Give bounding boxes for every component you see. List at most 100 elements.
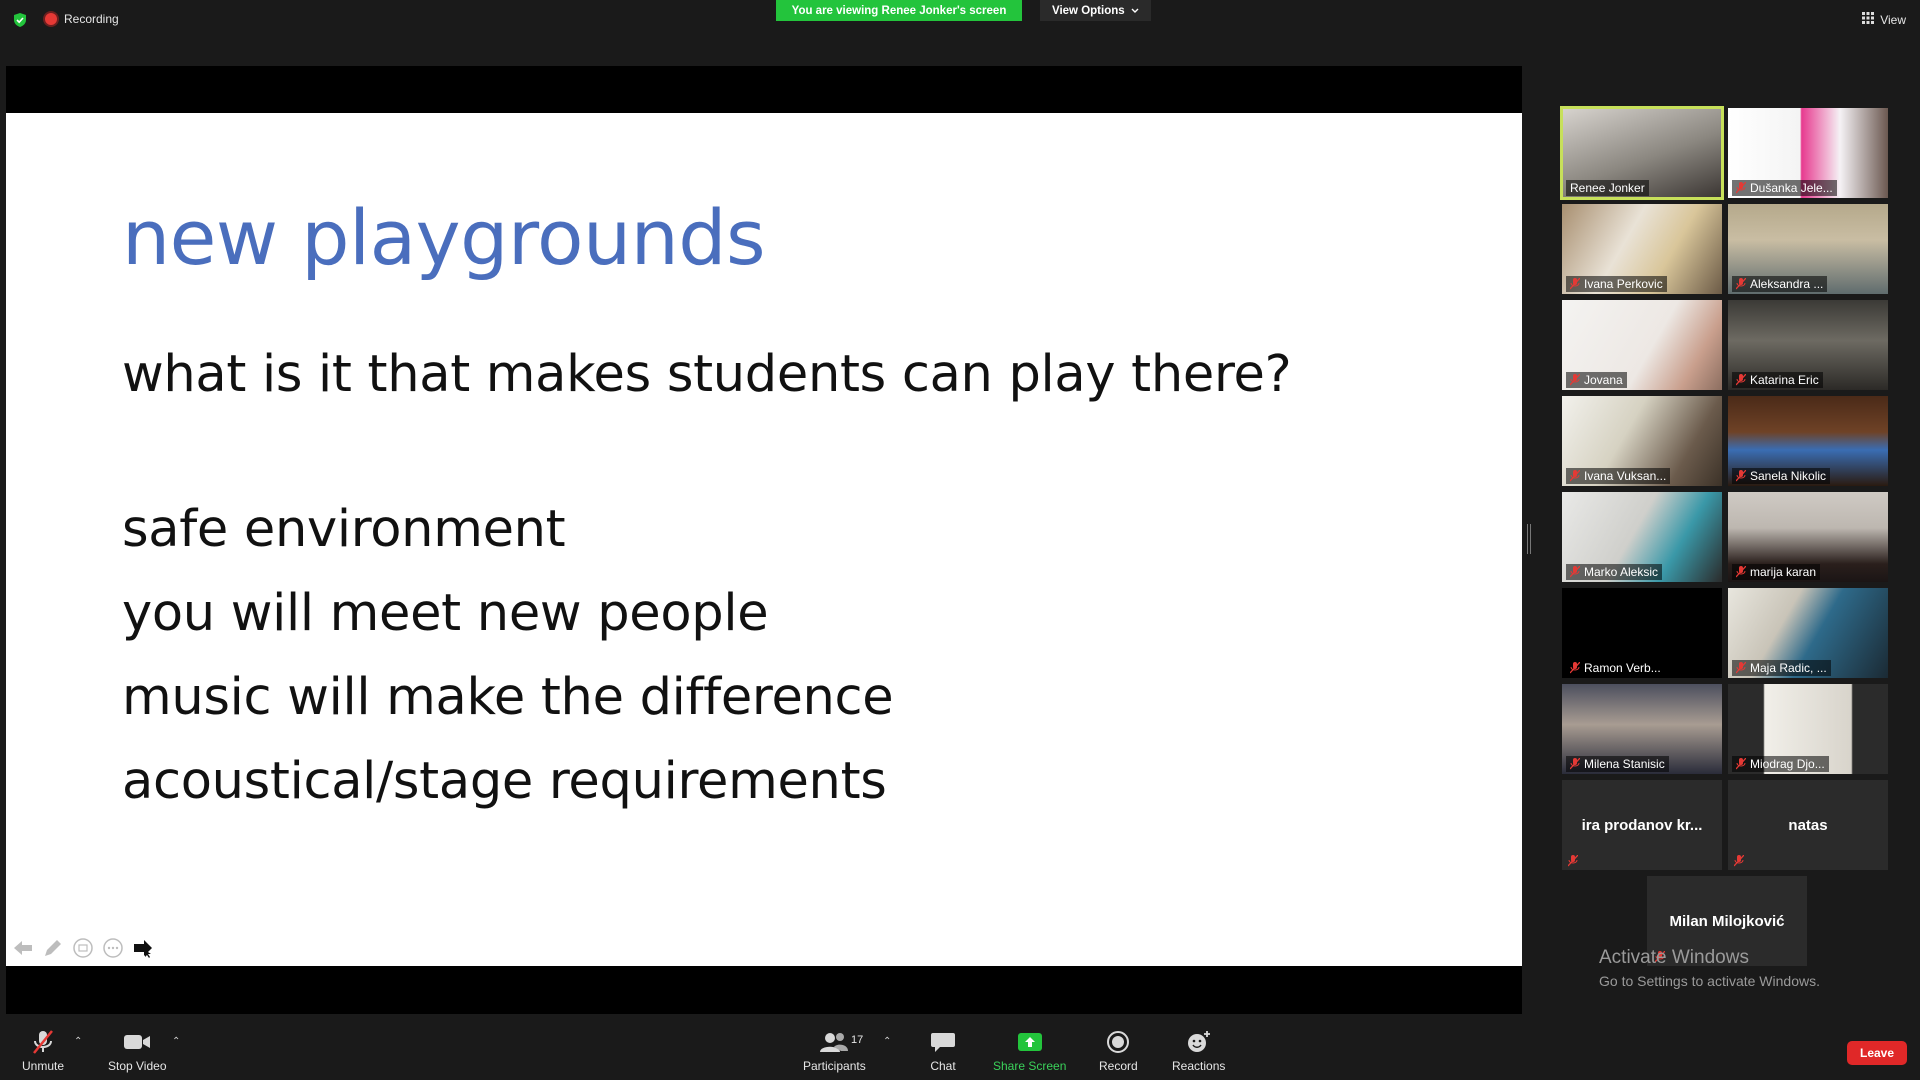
recording-label: Recording bbox=[64, 12, 119, 26]
mic-muted-icon bbox=[1735, 373, 1747, 386]
video-options-chevron-icon[interactable]: ⌃ bbox=[172, 1036, 180, 1047]
participant-name-tag: Jovana bbox=[1566, 372, 1627, 388]
video-tile[interactable]: natas bbox=[1728, 780, 1888, 870]
participants-label: Participants bbox=[803, 1059, 866, 1073]
video-tile[interactable]: marija karan bbox=[1728, 492, 1888, 582]
mic-muted-icon bbox=[1735, 565, 1747, 578]
video-tile[interactable]: Dušanka Jele... bbox=[1728, 108, 1888, 198]
mic-muted-icon bbox=[1567, 854, 1579, 867]
mic-muted-icon bbox=[1569, 565, 1581, 578]
mic-muted-icon bbox=[1735, 661, 1747, 674]
video-tile[interactable]: Miodrag Djo... bbox=[1728, 684, 1888, 774]
leave-button[interactable]: Leave bbox=[1847, 1041, 1907, 1065]
video-tile[interactable]: Jovana bbox=[1562, 300, 1722, 390]
participant-name-tag: Ivana Vuksan... bbox=[1566, 468, 1671, 484]
slide-bullet-list: safe environment you will meet new peopl… bbox=[122, 488, 894, 824]
participant-name: marija karan bbox=[1750, 565, 1817, 579]
more-options-icon[interactable] bbox=[102, 937, 124, 959]
participants-options-chevron-icon[interactable]: ⌃ bbox=[883, 1036, 891, 1047]
video-tile[interactable]: Marko Aleksic bbox=[1562, 492, 1722, 582]
presentation-slide: new playgrounds what is it that makes st… bbox=[6, 113, 1522, 966]
participant-name: Ivana Perkovic bbox=[1584, 277, 1663, 291]
reactions-label: Reactions bbox=[1172, 1059, 1226, 1073]
view-options-label: View Options bbox=[1052, 4, 1125, 17]
shield-icon[interactable] bbox=[12, 12, 28, 28]
participant-name: Milena Stanisic bbox=[1584, 757, 1665, 771]
participant-name-tag: Aleksandra ... bbox=[1732, 276, 1828, 292]
grid-icon bbox=[1862, 12, 1875, 27]
slide-bullet: you will meet new people bbox=[122, 584, 769, 643]
record-icon bbox=[1102, 1028, 1134, 1056]
mic-muted-icon bbox=[1735, 181, 1747, 194]
participant-name: Renee Jonker bbox=[1570, 181, 1645, 195]
stop-video-button[interactable]: Stop Video bbox=[108, 1028, 167, 1073]
view-button[interactable]: View bbox=[1862, 12, 1906, 27]
video-tile[interactable]: Milena Stanisic bbox=[1562, 684, 1722, 774]
record-label: Record bbox=[1099, 1059, 1138, 1073]
video-tile[interactable]: Sanela Nikolic bbox=[1728, 396, 1888, 486]
zoom-meeting-window: Recording You are viewing Renee Jonker's… bbox=[0, 0, 1920, 1080]
video-tile[interactable]: Ivana Vuksan... bbox=[1562, 396, 1722, 486]
audio-options-chevron-icon[interactable]: ⌃ bbox=[74, 1036, 82, 1047]
slide-question: what is it that makes students can play … bbox=[122, 345, 1292, 404]
share-screen-icon bbox=[1014, 1028, 1046, 1056]
participant-name-tag: Maja Radic, ... bbox=[1732, 660, 1831, 676]
video-tile[interactable]: Ramon Verb... bbox=[1562, 588, 1722, 678]
participant-name-tag: Milena Stanisic bbox=[1566, 756, 1669, 772]
participant-name-tag: Dušanka Jele... bbox=[1732, 180, 1837, 196]
viewing-screen-banner: You are viewing Renee Jonker's screen bbox=[776, 0, 1022, 21]
video-tile[interactable]: Ivana Perkovic bbox=[1562, 204, 1722, 294]
recording-indicator[interactable]: Recording bbox=[45, 12, 119, 26]
chat-label: Chat bbox=[930, 1059, 956, 1073]
mic-muted-icon bbox=[1735, 277, 1747, 290]
resize-handle[interactable] bbox=[1527, 524, 1531, 554]
share-screen-button[interactable]: Share Screen bbox=[993, 1028, 1066, 1073]
share-screen-label: Share Screen bbox=[993, 1059, 1067, 1073]
participant-name-tag: Ramon Verb... bbox=[1566, 660, 1665, 676]
video-tile[interactable]: Renee Jonker bbox=[1560, 106, 1724, 200]
participant-name-tag: Renee Jonker bbox=[1566, 180, 1649, 196]
chat-button[interactable]: Chat bbox=[927, 1028, 959, 1073]
chat-bubble-icon bbox=[927, 1028, 959, 1056]
watermark-title: Activate Windows bbox=[1599, 947, 1749, 968]
previous-slide-icon[interactable] bbox=[12, 937, 34, 959]
participant-name: Sanela Nikolic bbox=[1750, 469, 1827, 483]
participant-name: Ivana Vuksan... bbox=[1584, 469, 1667, 483]
participant-name-tag: Sanela Nikolic bbox=[1732, 468, 1831, 484]
participant-name: Miodrag Djo... bbox=[1750, 757, 1825, 771]
activate-windows-watermark: Activate Windows Go to Settings to activ… bbox=[1599, 947, 1820, 989]
mic-muted-icon bbox=[1735, 469, 1747, 482]
shared-screen[interactable]: new playgrounds what is it that makes st… bbox=[6, 66, 1522, 1014]
participant-name: natas bbox=[1788, 816, 1828, 834]
chevron-down-icon bbox=[1131, 5, 1139, 17]
mic-muted-icon bbox=[1569, 757, 1581, 770]
participant-name: Jovana bbox=[1584, 373, 1623, 387]
video-tile[interactable]: ira prodanov kr... bbox=[1562, 780, 1722, 870]
mic-muted-icon bbox=[1735, 757, 1747, 770]
reactions-button[interactable]: Reactions bbox=[1172, 1028, 1225, 1073]
pen-icon[interactable] bbox=[42, 937, 64, 959]
participant-name-tag: Ivana Perkovic bbox=[1566, 276, 1667, 292]
slide-bullet: acoustical/stage requirements bbox=[122, 752, 887, 811]
participants-icon bbox=[818, 1028, 850, 1056]
video-tile[interactable]: Maja Radic, ... bbox=[1728, 588, 1888, 678]
participant-name: Dušanka Jele... bbox=[1750, 181, 1833, 195]
next-slide-icon[interactable] bbox=[132, 937, 154, 959]
participant-name-tag: Katarina Eric bbox=[1732, 372, 1823, 388]
view-options-button[interactable]: View Options bbox=[1040, 0, 1151, 21]
unmute-button[interactable]: Unmute bbox=[22, 1028, 64, 1073]
participant-name-tag: Miodrag Djo... bbox=[1732, 756, 1829, 772]
recording-dot-icon bbox=[45, 13, 57, 25]
mic-muted-icon bbox=[1569, 277, 1581, 290]
mic-muted-icon bbox=[1733, 854, 1745, 867]
slide-bullet: music will make the difference bbox=[122, 668, 894, 727]
video-tile[interactable]: Katarina Eric bbox=[1728, 300, 1888, 390]
slides-icon[interactable] bbox=[72, 937, 94, 959]
video-tile[interactable]: Aleksandra ... bbox=[1728, 204, 1888, 294]
slide-tools bbox=[12, 937, 154, 959]
participant-name: ira prodanov kr... bbox=[1581, 816, 1703, 834]
smiley-plus-icon bbox=[1183, 1028, 1215, 1056]
record-button[interactable]: Record bbox=[1099, 1028, 1138, 1073]
video-camera-icon bbox=[121, 1028, 153, 1056]
mic-muted-icon bbox=[1569, 469, 1581, 482]
